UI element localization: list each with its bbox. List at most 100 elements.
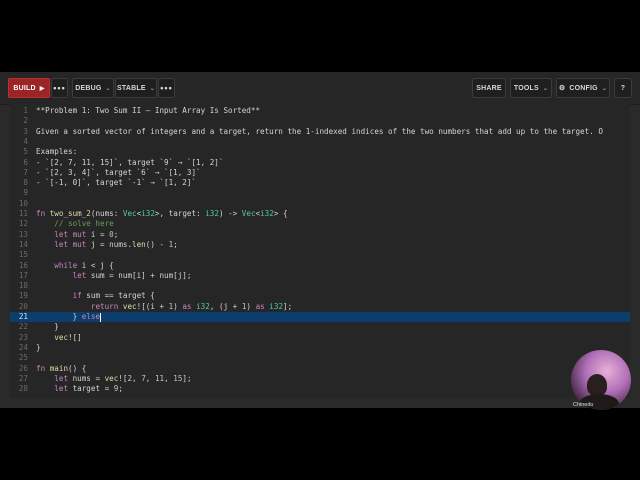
code-line[interactable]: 7 - `[2, 3, 4]`, target `6` → `[1, 3]` (10, 168, 630, 178)
tools-label: TOOLS (513, 84, 539, 92)
debug-label: DEBUG (75, 84, 102, 92)
line-text: Given a sorted vector of integers and a … (36, 126, 603, 136)
code-line[interactable]: 12 // solve here (10, 219, 630, 229)
line-number: 26 (18, 363, 28, 373)
presenter-head (587, 374, 607, 396)
debug-dropdown[interactable]: DEBUG ⌄ (72, 78, 114, 98)
share-button[interactable]: SHARE (472, 78, 506, 98)
line-number: 19 (18, 291, 28, 301)
stable-dropdown[interactable]: STABLE ⌄ (115, 78, 157, 98)
code-line[interactable]: 14 let mut j = nums.len() - 1; (10, 240, 630, 250)
code-line[interactable]: 23 vec![] (10, 333, 630, 343)
webcam-name-label: Chinedu (573, 402, 594, 408)
code-editor[interactable]: 1 **Problem 1: Two Sum II — Input Array I… (10, 104, 630, 398)
build-label: BUILD (13, 84, 36, 92)
line-text: return vec![(i + 1) as i32, (j + 1) as i… (90, 301, 293, 311)
code-line[interactable]: 22 } (10, 322, 630, 332)
code-line[interactable]: 28 let target = 9; (10, 384, 630, 394)
line-number: 3 (23, 126, 28, 136)
chevron-down-icon: ⌄ (601, 85, 608, 92)
line-text: Examples: (36, 147, 78, 157)
line-text: let target = 9; (54, 384, 123, 394)
code-line[interactable]: 6 - `[2, 7, 11, 15]`, target `9` → `[1, 2… (10, 158, 630, 168)
build-button[interactable]: BUILD ▶ (8, 78, 50, 98)
code-line[interactable]: 11 fn two_sum_2(nums: Vec<i32>, target: i… (10, 209, 630, 219)
line-text: } else (36, 312, 102, 322)
line-number: 13 (18, 229, 28, 239)
chevron-down-icon: ⌄ (149, 85, 155, 92)
share-label: SHARE (476, 84, 502, 92)
play-icon: ▶ (39, 85, 45, 92)
more-options-button[interactable]: ••• (51, 78, 68, 98)
code-line[interactable]: 10 (10, 199, 630, 209)
code-line[interactable]: 1 **Problem 1: Two Sum II — Input Array I… (10, 106, 630, 116)
gear-icon: ⚙ (558, 85, 566, 92)
config-dropdown[interactable]: ⚙ CONFIG ⌄ (556, 78, 610, 98)
line-number: 1 (23, 106, 28, 115)
code-line[interactable]: 21 } else (10, 312, 630, 323)
line-number: 28 (18, 384, 28, 394)
chevron-down-icon: ⌄ (105, 85, 111, 92)
line-number: 5 (23, 147, 28, 157)
more-icon: ••• (53, 83, 66, 93)
line-text: - `[2, 3, 4]`, target `6` → `[1, 3]` (36, 167, 201, 177)
line-number: 22 (18, 322, 28, 332)
line-text: } (36, 322, 59, 332)
text-cursor (100, 312, 102, 322)
help-button[interactable]: ? (614, 78, 632, 98)
more-options-button-2[interactable]: ••• (158, 78, 175, 98)
line-number: 21 (18, 312, 28, 321)
code-line[interactable]: 16 while i < j { (10, 261, 630, 271)
code-line[interactable]: 24} (10, 343, 630, 353)
line-text: while i < j { (54, 260, 114, 270)
line-text: let nums = vec![2, 7, 11, 15]; (54, 373, 192, 383)
more-icon: ••• (160, 83, 173, 93)
line-text: if sum == target { (72, 291, 155, 301)
code-line[interactable]: 19 if sum == target { (10, 291, 630, 301)
code-line[interactable]: 13 let mut i = 0; (10, 230, 630, 240)
toolbar: BUILD ▶ ••• DEBUG ⌄ STABLE ⌄ ••• SHARE T… (0, 72, 640, 105)
line-number: 17 (18, 270, 28, 280)
line-number: 20 (18, 301, 28, 311)
code-line[interactable]: 8 - `[-1, 0]`, target `-1` → `[1, 2]` (10, 178, 630, 188)
line-text: // solve here (36, 219, 114, 229)
code-line[interactable]: 20 return vec![(i + 1) as i32, (j + 1) a… (10, 302, 630, 312)
line-number: 24 (18, 342, 28, 352)
line-text: fn two_sum_2(nums: Vec<i32>, target: i32… (36, 209, 288, 218)
code-line[interactable]: 17 let sum = num[i] + num[j]; (10, 271, 630, 281)
code-line[interactable]: 5 Examples: (10, 147, 630, 157)
line-number: 15 (18, 250, 28, 260)
code-line[interactable]: 4 (10, 137, 630, 147)
code-line[interactable]: 9 (10, 188, 630, 198)
line-number: 7 (23, 167, 28, 177)
line-text: let mut i = 0; (54, 229, 119, 239)
line-text: **Problem 1: Two Sum II — Input Array Is… (36, 106, 261, 115)
tools-dropdown[interactable]: TOOLS ⌄ (510, 78, 552, 98)
line-number: 10 (18, 198, 28, 208)
line-number: 23 (18, 332, 28, 342)
line-text: let mut j = nums.len() - 1; (54, 239, 178, 249)
code-line[interactable]: 3 Given a sorted vector of integers and a… (10, 127, 630, 137)
stable-label: STABLE (117, 84, 146, 92)
config-label: CONFIG (569, 84, 598, 92)
line-number: 9 (23, 188, 28, 198)
line-number: 8 (23, 178, 28, 188)
ide-window: BUILD ▶ ••• DEBUG ⌄ STABLE ⌄ ••• SHARE T… (0, 72, 640, 408)
line-text: } (36, 342, 41, 352)
chevron-down-icon: ⌄ (542, 85, 549, 92)
help-icon: ? (620, 84, 626, 92)
line-number: 25 (18, 353, 28, 363)
line-number: 4 (23, 136, 28, 146)
code-line[interactable]: 2 (10, 116, 630, 126)
code-line[interactable]: 27 let nums = vec![2, 7, 11, 15]; (10, 374, 630, 384)
code-line[interactable]: 15 (10, 250, 630, 260)
code-line[interactable]: 18 (10, 281, 630, 291)
code-line[interactable]: 26 fn main() { (10, 364, 630, 374)
line-text: let sum = num[i] + num[j]; (72, 270, 192, 280)
line-number: 14 (18, 239, 28, 249)
code-line[interactable]: 25 (10, 353, 630, 363)
line-text: fn main() { (36, 363, 87, 373)
line-text: - `[2, 7, 11, 15]`, target `9` → `[1, 2]… (36, 157, 224, 167)
line-number: 12 (18, 219, 28, 229)
webcam-overlay (571, 350, 631, 410)
